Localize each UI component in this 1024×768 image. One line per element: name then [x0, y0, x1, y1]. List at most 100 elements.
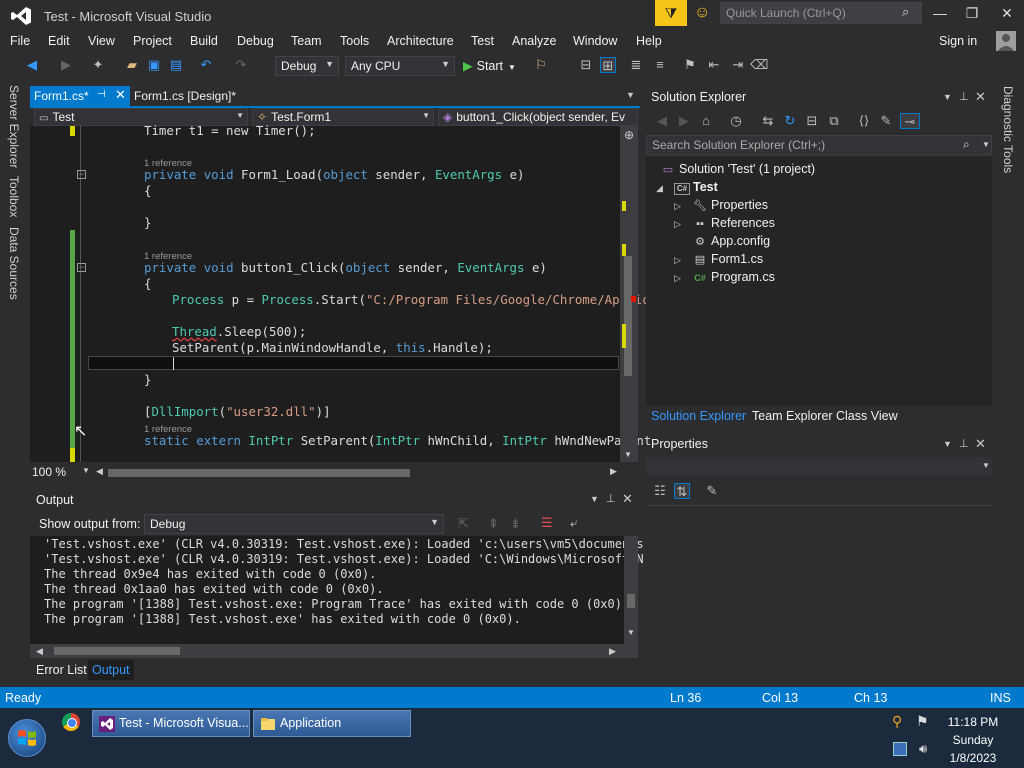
- close-icon[interactable]: ✕: [975, 436, 986, 452]
- open-folder-icon[interactable]: ▰: [124, 57, 140, 73]
- member-nav-select[interactable]: ◈ button1_Click(object sender, Ev: [438, 108, 638, 126]
- search-icon[interactable]: ⌕: [902, 4, 909, 20]
- editor-vertical-scrollbar[interactable]: ⊕ ▼: [620, 126, 638, 462]
- scroll-right-icon[interactable]: ▶: [610, 466, 617, 477]
- zoom-select[interactable]: 100 % ▼: [32, 465, 90, 481]
- clear-bookmarks-icon[interactable]: ⌫: [750, 57, 768, 73]
- pin-icon[interactable]: ⊥: [959, 437, 969, 450]
- scroll-right-icon[interactable]: ▶: [609, 646, 616, 657]
- collapsed-arrow-icon[interactable]: ▷: [674, 201, 681, 212]
- home-icon[interactable]: ⌂: [698, 113, 714, 129]
- close-window-icon[interactable]: ✕: [999, 5, 1015, 22]
- menu-build[interactable]: Build: [190, 34, 218, 48]
- split-icon[interactable]: ⊕: [624, 128, 634, 142]
- toolbox-tab[interactable]: Toolbox: [7, 176, 21, 217]
- notification-flag-icon[interactable]: ⧩: [655, 0, 687, 26]
- prev-bookmark-icon[interactable]: ⇤: [706, 57, 722, 73]
- back-icon[interactable]: ◀: [654, 113, 670, 129]
- forward-icon[interactable]: ▶: [676, 113, 692, 129]
- horizontal-scroll-thumb[interactable]: [54, 647, 180, 655]
- tree-item-solution[interactable]: ▭ Solution 'Test' (1 project): [660, 162, 815, 176]
- action-center-flag-icon[interactable]: ⚑: [916, 713, 929, 730]
- prev-message-icon[interactable]: ⇞: [488, 516, 499, 532]
- chrome-icon[interactable]: [62, 713, 80, 731]
- collapsed-arrow-icon[interactable]: ▷: [674, 255, 681, 266]
- solution-explorer-search-input[interactable]: Search Solution Explorer (Ctrl+;): [646, 135, 992, 155]
- data-sources-tab[interactable]: Data Sources: [7, 227, 21, 300]
- forward-icon[interactable]: ▶: [58, 57, 74, 73]
- menu-debug[interactable]: Debug: [237, 34, 274, 48]
- avatar[interactable]: [996, 31, 1016, 51]
- menu-architecture[interactable]: Architecture: [387, 34, 454, 48]
- tab-solution-explorer[interactable]: Solution Explorer: [651, 409, 746, 423]
- outdent-icon[interactable]: ≡: [652, 57, 668, 73]
- tray-search-icon[interactable]: ⚲: [892, 713, 902, 730]
- output-vertical-scrollbar[interactable]: ▼: [624, 536, 638, 644]
- menu-window[interactable]: Window: [573, 34, 617, 48]
- window-position-icon[interactable]: ▼: [943, 439, 952, 449]
- view-code-icon[interactable]: ⟨⟩: [856, 113, 872, 129]
- tab-error-list[interactable]: Error List: [36, 663, 87, 677]
- clear-all-icon[interactable]: ☰: [541, 515, 553, 531]
- scroll-thumb[interactable]: [627, 594, 635, 608]
- undo-icon[interactable]: ↶: [198, 57, 214, 73]
- menu-file[interactable]: File: [10, 34, 30, 48]
- show-all-files-icon[interactable]: ⧉: [826, 113, 842, 129]
- menu-analyze[interactable]: Analyze: [512, 34, 556, 48]
- tree-item-form1-cs[interactable]: ▤ Form1.cs: [692, 252, 763, 266]
- window-position-icon[interactable]: ▼: [943, 92, 952, 102]
- scroll-left-icon[interactable]: ◀: [96, 466, 103, 477]
- scroll-left-icon[interactable]: ◀: [36, 646, 43, 657]
- close-icon[interactable]: ✕: [622, 491, 633, 507]
- quick-launch-input[interactable]: Quick Launch (Ctrl+Q): [720, 2, 922, 24]
- close-icon[interactable]: ✕: [115, 87, 126, 103]
- solution-configuration-select[interactable]: Debug ▼: [275, 56, 339, 76]
- uncomment-icon[interactable]: ⊞: [600, 57, 616, 73]
- output-source-select[interactable]: Debug ▼: [144, 514, 444, 534]
- find-in-files-icon[interactable]: ⚐: [533, 57, 549, 73]
- volume-icon[interactable]: 🔊︎: [919, 741, 927, 757]
- sync-icon[interactable]: ⇆: [760, 113, 776, 129]
- menu-view[interactable]: View: [88, 34, 115, 48]
- collapsed-arrow-icon[interactable]: ▷: [674, 273, 681, 284]
- diagnostic-tools-tab[interactable]: Diagnostic Tools: [1001, 86, 1015, 173]
- minimize-icon[interactable]: —: [932, 5, 948, 21]
- pin-icon[interactable]: ⊣: [97, 89, 106, 100]
- preview-selected-icon[interactable]: ⊸: [900, 113, 920, 129]
- alphabetical-icon[interactable]: ⇅: [674, 483, 690, 499]
- back-icon[interactable]: ◀: [24, 57, 40, 73]
- collapse-icon[interactable]: −: [77, 263, 86, 272]
- collapse-icon[interactable]: −: [77, 170, 86, 179]
- tree-item-properties[interactable]: 🔧︎ Properties: [692, 198, 768, 212]
- save-icon[interactable]: ▣: [146, 57, 162, 73]
- find-message-icon[interactable]: ⇱: [458, 516, 469, 532]
- expanded-arrow-icon[interactable]: ◢: [656, 183, 663, 194]
- pin-icon[interactable]: ⊥: [959, 90, 969, 103]
- taskbar-item-visual-studio[interactable]: Test - Microsoft Visua...: [92, 710, 250, 737]
- close-icon[interactable]: ✕: [975, 89, 986, 105]
- next-bookmark-icon[interactable]: ⇥: [730, 57, 746, 73]
- tab-form1-design[interactable]: Form1.cs [Design]*: [134, 89, 236, 103]
- pending-changes-icon[interactable]: ◷: [728, 113, 744, 129]
- menu-help[interactable]: Help: [636, 34, 662, 48]
- collapsed-arrow-icon[interactable]: ▷: [674, 219, 681, 230]
- tree-item-app-config[interactable]: ⚙ App.config: [692, 234, 770, 248]
- tab-team-explorer[interactable]: Team Explorer: [752, 409, 833, 423]
- tab-class-view[interactable]: Class View: [836, 409, 898, 423]
- tab-form1-cs[interactable]: Form1.cs* ⊣ ✕: [30, 86, 130, 106]
- tree-item-project[interactable]: C# Test: [674, 180, 718, 195]
- property-pages-icon[interactable]: ✎: [704, 483, 720, 499]
- scroll-thumb[interactable]: [624, 256, 632, 376]
- menu-edit[interactable]: Edit: [48, 34, 70, 48]
- search-icon[interactable]: ⌕: [963, 137, 970, 152]
- collapse-all-icon[interactable]: ⊟: [804, 113, 820, 129]
- menu-test[interactable]: Test: [471, 34, 494, 48]
- redo-icon[interactable]: ↷: [233, 57, 249, 73]
- tab-output[interactable]: Output: [88, 660, 134, 680]
- scroll-down-icon[interactable]: ▼: [624, 450, 632, 459]
- menu-team[interactable]: Team: [291, 34, 322, 48]
- refresh-icon[interactable]: ↻: [782, 113, 798, 129]
- feedback-smiley-icon[interactable]: ☺: [694, 4, 712, 22]
- chevron-down-icon[interactable]: ▼: [982, 140, 990, 149]
- sign-in-link[interactable]: Sign in: [939, 34, 977, 48]
